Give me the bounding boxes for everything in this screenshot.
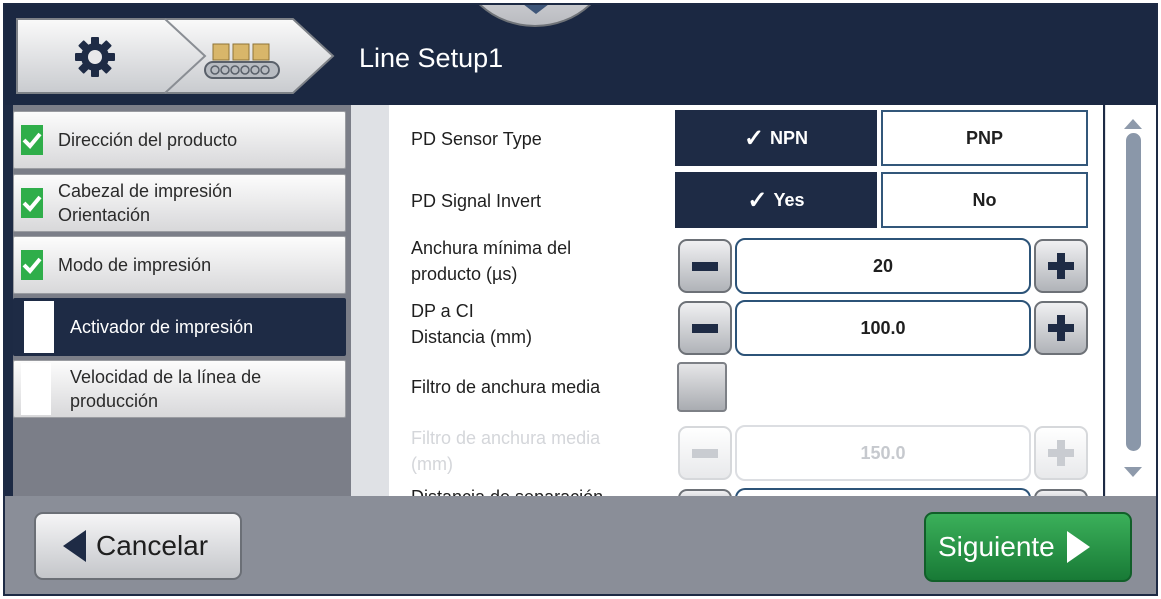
pd-distance-decrement-button[interactable] [678, 301, 732, 355]
min-width-increment-button[interactable] [1034, 239, 1088, 293]
pd-distance-increment-button[interactable] [1034, 301, 1088, 355]
step-status-box [24, 301, 54, 353]
checkmark-icon [21, 188, 43, 218]
pull-down-tab[interactable] [457, 5, 613, 27]
avg-filter-label: Filtro de anchura media [411, 377, 601, 397]
breadcrumb [15, 17, 335, 95]
arrow-right-icon [1066, 531, 1090, 563]
check-icon: ✓ [747, 186, 768, 214]
plus-icon [1048, 315, 1074, 341]
header-bar: Line Setup1 [5, 5, 1156, 105]
next-row-label: Distancia de separación [411, 484, 603, 496]
footer-bar: Cancelar Siguiente [5, 496, 1156, 594]
checkmark-icon [21, 250, 43, 280]
nav-item-line-speed[interactable]: Velocidad de la línea de producción [13, 360, 346, 418]
nav-item-label: Velocidad de la línea de [70, 367, 262, 387]
cancel-button[interactable]: Cancelar [34, 512, 242, 580]
min-width-decrement-button[interactable] [678, 239, 732, 293]
min-width-input[interactable]: 20 [735, 238, 1031, 294]
chevron-down-icon [523, 5, 549, 14]
avg-filter-mm-input[interactable]: 150.0 [735, 425, 1031, 481]
scroll-up-icon[interactable] [1124, 119, 1142, 129]
plus-icon [1048, 253, 1074, 279]
cancel-button-label: Cancelar [96, 530, 209, 561]
avg-filter-mm-increment-button[interactable] [1034, 426, 1088, 480]
arrow-left-icon [63, 530, 86, 562]
nav-item-print-mode[interactable]: Modo de impresión [13, 236, 346, 294]
avg-filter-mm-decrement-button[interactable] [678, 426, 732, 480]
pd-distance-label: DP a CI Distancia (mm) [411, 301, 533, 347]
panel-gutter [351, 105, 389, 496]
nav-item-label: Modo de impresión [58, 255, 212, 275]
signal-invert-yes-button[interactable]: ✓ Yes [675, 172, 877, 228]
avg-filter-checkbox[interactable] [677, 362, 727, 412]
plus-icon [1048, 440, 1074, 466]
step-status-box [21, 363, 51, 415]
sensor-type-label: PD Sensor Type [411, 129, 542, 149]
check-icon: ✓ [743, 124, 765, 152]
nav-item-printhead-orientation[interactable]: Cabezal de impresión Orientación [13, 174, 346, 232]
sensor-type-pnp-button[interactable]: PNP [881, 110, 1088, 166]
signal-invert-no-button[interactable]: No [881, 172, 1088, 228]
nav-item-product-direction[interactable]: Dirección del producto [13, 111, 346, 169]
scrollbar[interactable] [1105, 105, 1156, 496]
gear-icon[interactable] [75, 37, 115, 77]
nav-item-label: Dirección del producto [58, 130, 238, 150]
next-button-label: Siguiente [938, 531, 1055, 562]
nav-item-label: Cabezal de impresión [58, 181, 233, 201]
sensor-type-npn-button[interactable]: ✓ NPN [675, 110, 877, 166]
minus-icon [692, 323, 718, 333]
scroll-down-icon[interactable] [1124, 467, 1142, 477]
conveyor-icon[interactable] [203, 40, 283, 82]
checkmark-icon [21, 125, 43, 155]
settings-panel: PD Sensor Type ✓ NPN PNP PD Signal Invert… [351, 105, 1156, 509]
avg-filter-mm-label: Filtro de anchura media (mm) [411, 428, 601, 474]
nav-item-label: Activador de impresión [70, 317, 254, 337]
pd-distance-input[interactable]: 100.0 [735, 300, 1031, 356]
scrollbar-thumb[interactable] [1126, 133, 1141, 451]
nav-item-label-line2: producción [70, 391, 159, 411]
page-title: Line Setup1 [359, 43, 504, 73]
wizard-step-list: Dirección del producto Cabezal de impres… [13, 105, 351, 496]
signal-invert-label: PD Signal Invert [411, 191, 542, 211]
nav-item-label-line2: Orientación [58, 205, 151, 225]
min-width-label: Anchura mínima del producto (µs) [411, 238, 572, 284]
app-window: Line Setup1 Dirección del producto Cabez… [3, 3, 1158, 596]
nav-item-print-trigger[interactable]: Activador de impresión [13, 298, 346, 356]
minus-icon [692, 261, 718, 271]
next-button[interactable]: Siguiente [924, 512, 1132, 582]
minus-icon [692, 448, 718, 458]
